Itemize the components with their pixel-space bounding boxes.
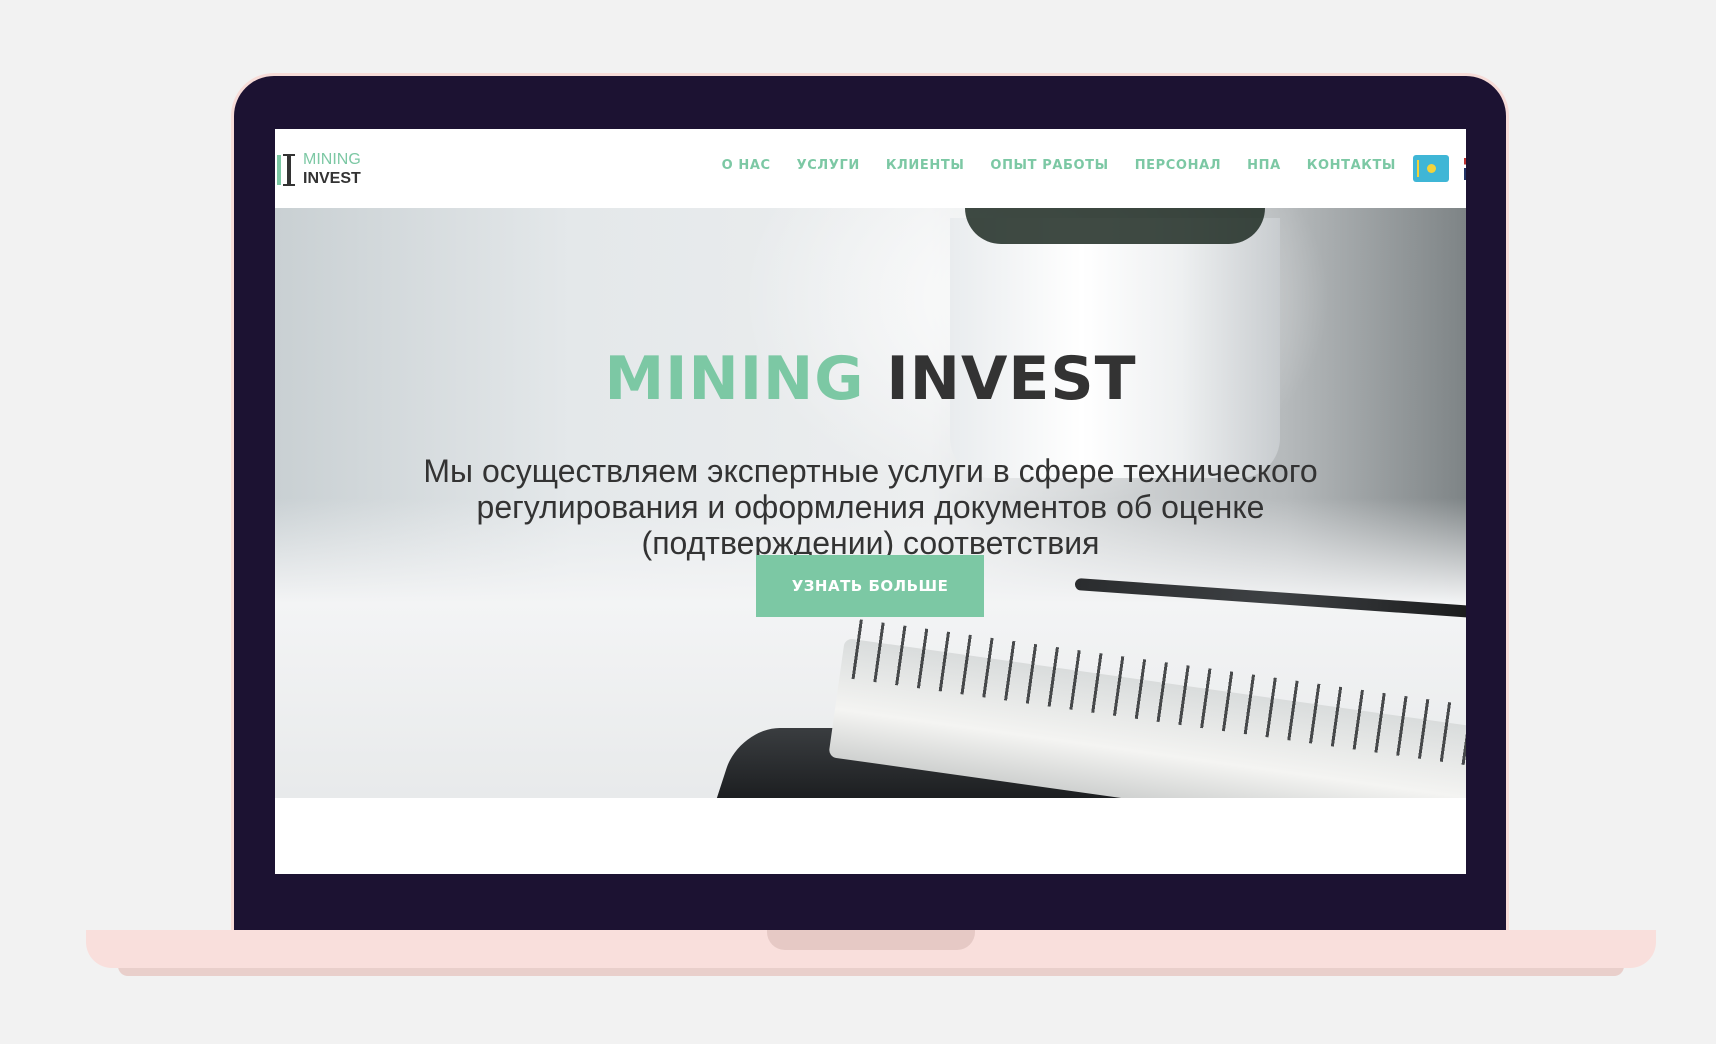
hero-title-part1: MINING	[604, 344, 865, 415]
hero-title-part2: INVEST	[886, 344, 1137, 415]
logo-line-1: MINING	[303, 151, 361, 168]
nav-item-clients[interactable]: КЛИЕНТЫ	[886, 158, 965, 173]
logo-line-2: INVEST	[303, 170, 361, 187]
nav-item-experience[interactable]: ОПЫТ РАБОТЫ	[990, 158, 1108, 173]
laptop-screen: MINING INVEST О НАС УСЛУГИ КЛИЕНТЫ ОПЫТ …	[275, 129, 1466, 874]
nav-item-services[interactable]: УСЛУГИ	[797, 158, 860, 173]
uk-flag-icon[interactable]	[1464, 158, 1466, 180]
site-header: MINING INVEST О НАС УСЛУГИ КЛИЕНТЫ ОПЫТ …	[275, 129, 1466, 209]
hero-title: MINING INVEST	[275, 344, 1466, 414]
laptop-mockup: MINING INVEST О НАС УСЛУГИ КЛИЕНТЫ ОПЫТ …	[0, 0, 1716, 1044]
nav-item-about[interactable]: О НАС	[722, 158, 771, 173]
hero-section: MINING INVEST Мы осуществляем экспертные…	[275, 208, 1466, 798]
hero-plant-image	[965, 208, 1265, 244]
hero-subtitle: Мы осуществляем экспертные услуги в сфер…	[423, 453, 1318, 561]
main-nav: О НАС УСЛУГИ КЛИЕНТЫ ОПЫТ РАБОТЫ ПЕРСОНА…	[696, 158, 1396, 173]
nav-item-npa[interactable]: НПА	[1247, 158, 1281, 173]
kz-flag-icon[interactable]	[1413, 155, 1449, 182]
logo-mark-icon	[275, 151, 297, 187]
nav-item-contacts[interactable]: КОНТАКТЫ	[1307, 158, 1396, 173]
site-logo[interactable]: MINING INVEST	[275, 149, 361, 189]
logo-text: MINING INVEST	[303, 150, 361, 188]
laptop-notch	[767, 930, 975, 950]
learn-more-button[interactable]: УЗНАТЬ БОЛЬШЕ	[756, 555, 984, 617]
nav-item-staff[interactable]: ПЕРСОНАЛ	[1135, 158, 1221, 173]
